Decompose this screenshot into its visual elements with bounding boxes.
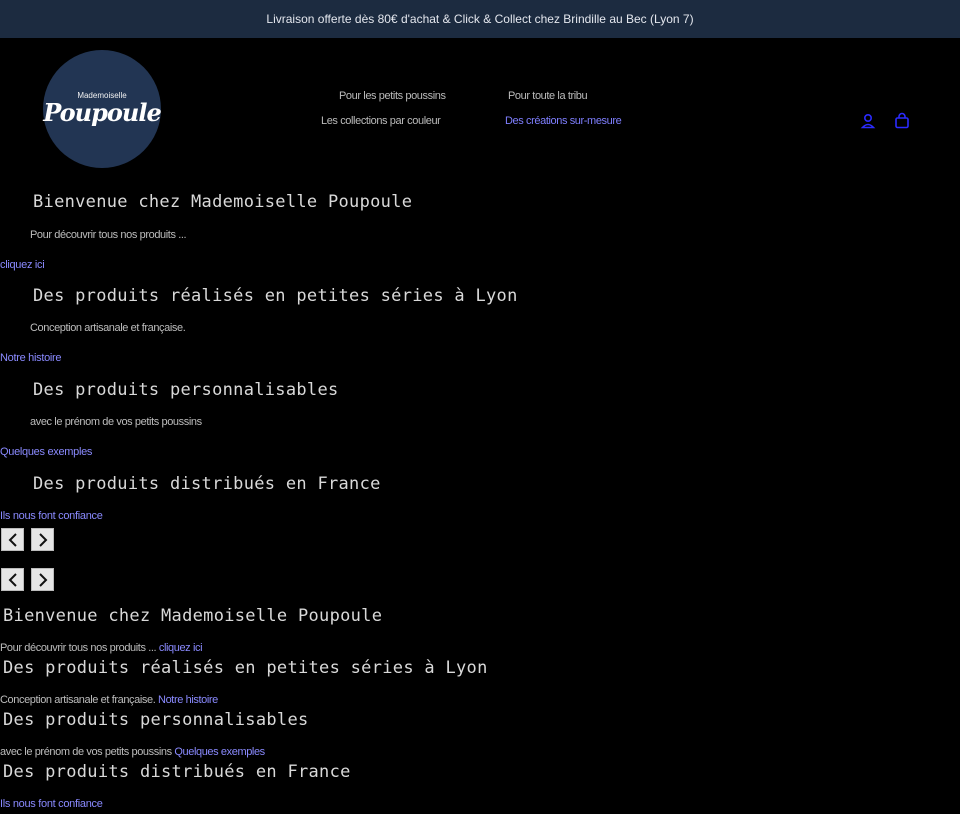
slide-title: Des produits réalisés en petites séries … bbox=[33, 286, 518, 306]
slide-link[interactable]: cliquez ici bbox=[159, 642, 203, 654]
slide-link[interactable]: cliquez ici bbox=[0, 259, 45, 271]
slide-text: avec le prénom de vos petits poussins Qu… bbox=[0, 746, 265, 758]
slide-text: Conception artisanale et française. bbox=[30, 322, 186, 334]
chevron-right-icon bbox=[38, 532, 47, 547]
slide-title: Des produits distribués en France bbox=[3, 762, 351, 782]
logo-line2: Poupoule bbox=[43, 98, 161, 127]
chevron-left-icon bbox=[8, 532, 17, 547]
slide-link[interactable]: Notre histoire bbox=[0, 352, 62, 364]
slide-link[interactable]: Ils nous font confiance bbox=[0, 798, 103, 810]
chevron-left-icon bbox=[8, 572, 17, 587]
slide-link[interactable]: Quelques exemples bbox=[0, 446, 92, 458]
slide-text-label: Conception artisanale et française. bbox=[0, 694, 156, 706]
slide-text-label: Pour découvrir tous nos produits ... bbox=[0, 642, 157, 654]
slide-title: Des produits réalisés en petites séries … bbox=[3, 658, 488, 678]
nav-item-creations-sur-mesure[interactable]: Des créations sur-mesure bbox=[505, 115, 622, 127]
slideshow-prev-button[interactable] bbox=[1, 528, 24, 551]
announcement-bar: Livraison offerte dès 80€ d'achat & Clic… bbox=[0, 0, 960, 38]
slide-text: avec le prénom de vos petits poussins bbox=[30, 416, 202, 428]
announcement-text: Livraison offerte dès 80€ d'achat & Clic… bbox=[266, 12, 694, 26]
slide-link[interactable]: Notre histoire bbox=[158, 694, 218, 706]
nav-item-collections-couleur[interactable]: Les collections par couleur bbox=[321, 115, 441, 127]
slide-title: Des produits distribués en France bbox=[33, 474, 381, 494]
slideshow-prev-button[interactable] bbox=[1, 568, 24, 591]
chevron-right-icon bbox=[38, 572, 47, 587]
slide-text-label: avec le prénom de vos petits poussins bbox=[0, 746, 172, 758]
slideshow-next-button[interactable] bbox=[31, 528, 54, 551]
logo[interactable]: Mademoiselle Poupoule bbox=[43, 50, 162, 168]
slide-link[interactable]: Quelques exemples bbox=[174, 746, 265, 758]
cart-icon[interactable] bbox=[893, 112, 911, 130]
slide-title: Des produits personnalisables bbox=[3, 710, 309, 730]
slide-text: Pour découvrir tous nos produits ... bbox=[30, 229, 187, 241]
slide-text: Conception artisanale et française. Notr… bbox=[0, 694, 218, 706]
nav-item-petits-poussins[interactable]: Pour les petits poussins bbox=[339, 90, 446, 102]
slide-title: Bienvenue chez Mademoiselle Poupoule bbox=[33, 192, 413, 212]
slide-title: Bienvenue chez Mademoiselle Poupoule bbox=[3, 606, 383, 626]
slide-link[interactable]: Ils nous font confiance bbox=[0, 510, 103, 522]
slideshow-next-button[interactable] bbox=[31, 568, 54, 591]
nav-item-toute-la-tribu[interactable]: Pour toute la tribu bbox=[508, 90, 588, 102]
slide-title: Des produits personnalisables bbox=[33, 380, 339, 400]
slide-text: Pour découvrir tous nos produits ... cli… bbox=[0, 642, 203, 654]
account-icon[interactable] bbox=[859, 112, 877, 130]
